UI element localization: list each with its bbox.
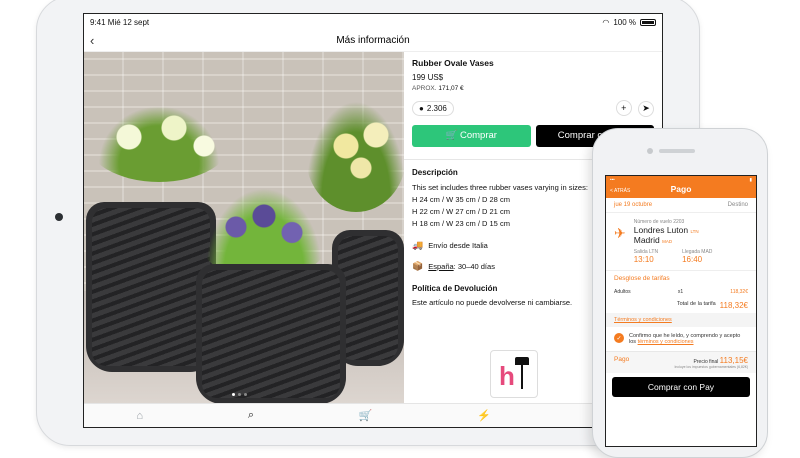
terms-confirmation[interactable]: ✓ Confirmo que he leído, y comprendo y a… — [606, 327, 756, 351]
cart-icon[interactable]: 🛒 — [359, 409, 373, 422]
product-price: 199 US$ — [412, 73, 444, 82]
tab-bar: ⌂ ⌕ 🛒 ⚡ 👤 — [84, 403, 662, 427]
vase-center — [196, 264, 346, 404]
wifi-icon: ◠ — [602, 17, 610, 27]
checkmark-icon[interactable]: ✓ — [614, 333, 624, 343]
seller-logo[interactable]: h — [490, 350, 538, 398]
back-button[interactable]: < ATRÁS — [610, 188, 630, 194]
share-icon[interactable]: ➤ — [638, 100, 654, 117]
home-icon[interactable]: ⌂ — [136, 410, 143, 422]
final-price: 113,15€ — [719, 356, 748, 365]
phone-camera — [647, 148, 653, 154]
cart-icon: 🛒 — [445, 130, 460, 141]
total-row: Total de la tarifa 118,32€ — [676, 301, 748, 310]
payment-summary: Pago Precio final 113,15€ Incluye los im… — [606, 351, 756, 373]
status-time: 9:41 Mié 12 sept — [90, 17, 150, 27]
phone-screen: ••• ▮ < ATRÁS Pago jue 19 octubre Destino… — [605, 175, 757, 447]
search-icon[interactable]: ⌕ — [248, 409, 254, 422]
battery-percent: 100 % — [613, 17, 636, 27]
page-title: Más información — [336, 35, 410, 46]
back-icon[interactable]: ‹ — [90, 33, 94, 48]
likes-counter[interactable]: ● 2.306 — [412, 100, 454, 116]
origin-city: Londres Luton LTN — [633, 225, 699, 235]
buy-button[interactable]: 🛒 Comprar — [412, 124, 531, 147]
flash-icon[interactable]: ⚡ — [477, 409, 491, 422]
status-bar: 9:41 Mié 12 sept ◠ 100 % — [84, 14, 662, 30]
pin-icon: ● — [419, 103, 424, 113]
final-note: Incluye los impuestos gubernamentales (6… — [674, 365, 748, 369]
fare-breakdown-link[interactable]: Desglose de tarifas — [606, 270, 756, 286]
lamp-icon — [515, 357, 529, 365]
navigation-bar: ‹ Más información — [84, 30, 662, 52]
adults-row: Adultos x1 118,32€ — [614, 289, 748, 295]
white-tulips — [84, 92, 234, 182]
truck-icon: 🚚 — [412, 239, 424, 250]
pay-label: Pago — [614, 356, 630, 363]
iphone-device: ••• ▮ < ATRÁS Pago jue 19 octubre Destino… — [592, 128, 768, 458]
product-title: Rubber Ovale Vases — [412, 58, 494, 68]
ipad-screen: 9:41 Mié 12 sept ◠ 100 % ‹ Más informaci… — [83, 13, 663, 428]
phone-speaker — [659, 149, 695, 153]
product-photo[interactable] — [84, 52, 404, 404]
battery-icon — [640, 18, 656, 26]
flight-date: jue 19 octubre — [614, 202, 653, 208]
box-icon: 📦 — [412, 260, 424, 271]
carousel-dots[interactable] — [232, 393, 247, 396]
destination-city: Madrid MAD — [633, 235, 673, 245]
approx-price: APROX. 171,07 € — [412, 85, 464, 92]
apple-pay-button[interactable]: Comprar con Pay — [612, 377, 750, 397]
destination-label: Destino — [727, 202, 748, 208]
plane-icon: ✈ — [614, 225, 626, 241]
ipad-camera — [55, 213, 63, 221]
product-content: Rubber Ovale Vases 199 US$ APROX. 171,07… — [84, 52, 662, 404]
terms-link[interactable]: Términos y condiciones — [606, 313, 756, 327]
flight-card: ✈ Número de vuelo 2203 Londres Luton LTN… — [606, 213, 756, 270]
phone-nav: < ATRÁS Pago — [606, 184, 756, 198]
add-icon[interactable]: + — [615, 100, 632, 116]
delivery-country-link[interactable]: España — [428, 262, 453, 271]
arrive-time: 16:40 — [682, 255, 703, 264]
depart-time: 13:10 — [633, 255, 654, 264]
flight-date-row: jue 19 octubre Destino — [606, 198, 756, 213]
